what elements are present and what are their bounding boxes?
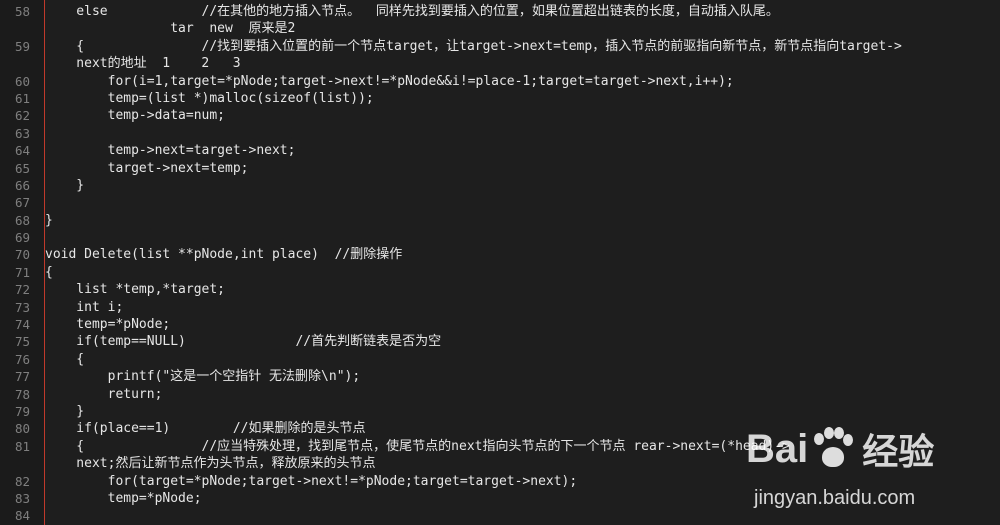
code-line[interactable]: 82 for(target=*pNode;target->next!=*pNod… bbox=[0, 473, 1000, 490]
code-line[interactable]: next;然后让新节点作为头节点，释放原来的头节点 bbox=[0, 455, 1000, 472]
code-text[interactable]: { //应当特殊处理，找到尾节点，使尾节点的next指向头节点的下一个节点 re… bbox=[44, 438, 1000, 455]
line-number: 73 bbox=[14, 299, 30, 315]
line-number: 81 bbox=[14, 438, 30, 454]
line-number: 61 bbox=[14, 90, 30, 106]
line-number: 62 bbox=[14, 108, 30, 124]
code-line[interactable]: 76 { bbox=[0, 351, 1000, 368]
code-text[interactable]: if(place==1) //如果删除的是头节点 bbox=[44, 420, 1000, 437]
code-text[interactable]: tar new 原来是2 bbox=[44, 20, 1000, 37]
code-text[interactable]: list *temp,*target; bbox=[44, 281, 1000, 298]
code-line[interactable]: 60 for(i=1,target=*pNode;target->next!=*… bbox=[0, 73, 1000, 90]
code-line[interactable]: 79 } bbox=[0, 403, 1000, 420]
code-text[interactable]: { bbox=[44, 351, 1000, 368]
code-text[interactable]: temp=*pNode; bbox=[44, 490, 1000, 507]
line-number: 79 bbox=[14, 403, 30, 419]
line-number: 65 bbox=[14, 160, 30, 176]
code-line[interactable]: 78 return; bbox=[0, 386, 1000, 403]
code-text[interactable]: void Delete(list **pNode,int place) //删除… bbox=[44, 246, 1000, 263]
code-line[interactable]: 67 bbox=[0, 194, 1000, 211]
code-text[interactable]: { bbox=[44, 264, 1000, 281]
line-number: 68 bbox=[14, 212, 30, 228]
code-line[interactable]: 65 target->next=temp; bbox=[0, 160, 1000, 177]
line-number bbox=[0, 455, 44, 472]
code-line[interactable]: 59 { //找到要插入位置的前一个节点target，让target->next… bbox=[0, 38, 1000, 55]
line-number: 60 bbox=[14, 73, 30, 89]
line-number: 71 bbox=[14, 264, 30, 280]
code-line[interactable]: 74 temp=*pNode; bbox=[0, 316, 1000, 333]
code-line[interactable]: 73 int i; bbox=[0, 299, 1000, 316]
line-number: 64 bbox=[14, 143, 30, 159]
code-line[interactable]: 72 list *temp,*target; bbox=[0, 281, 1000, 298]
code-line[interactable]: 58 else //在其他的地方插入节点。 同样先找到要插入的位置，如果位置超出… bbox=[0, 3, 1000, 20]
code-line[interactable]: tar new 原来是2 bbox=[0, 20, 1000, 37]
code-line[interactable]: 64 temp->next=target->next; bbox=[0, 142, 1000, 159]
code-line[interactable]: next的地址 1 2 3 bbox=[0, 55, 1000, 72]
code-line[interactable]: 70 void Delete(list **pNode,int place) //… bbox=[0, 246, 1000, 263]
code-text[interactable] bbox=[44, 507, 1000, 524]
code-line[interactable]: 66 } bbox=[0, 177, 1000, 194]
line-number bbox=[0, 20, 44, 37]
line-number: 70 bbox=[14, 247, 30, 263]
code-line[interactable]: 75 if(temp==NULL) //首先判断链表是否为空 bbox=[0, 333, 1000, 350]
code-line[interactable]: 71 { bbox=[0, 264, 1000, 281]
code-line[interactable]: 69 bbox=[0, 229, 1000, 246]
code-line[interactable]: 83 temp=*pNode; bbox=[0, 490, 1000, 507]
code-text[interactable]: printf("这是一个空指针 无法删除\n"); bbox=[44, 368, 1000, 385]
code-editor[interactable]: 58 else //在其他的地方插入节点。 同样先找到要插入的位置，如果位置超出… bbox=[0, 0, 1000, 525]
code-text[interactable]: if(temp==NULL) //首先判断链表是否为空 bbox=[44, 333, 1000, 350]
code-text[interactable] bbox=[44, 125, 1000, 142]
code-text[interactable] bbox=[44, 194, 1000, 211]
line-number: 75 bbox=[14, 334, 30, 350]
code-line[interactable]: 77 printf("这是一个空指针 无法删除\n"); bbox=[0, 368, 1000, 385]
code-text[interactable]: for(target=*pNode;target->next!=*pNode;t… bbox=[44, 473, 1000, 490]
line-number: 67 bbox=[14, 195, 30, 211]
code-lines[interactable]: 58 else //在其他的地方插入节点。 同样先找到要插入的位置，如果位置超出… bbox=[0, 3, 1000, 525]
code-text[interactable]: next;然后让新节点作为头节点，释放原来的头节点 bbox=[44, 455, 1000, 472]
line-number: 76 bbox=[14, 351, 30, 367]
code-text[interactable]: temp->data=num; bbox=[44, 107, 1000, 124]
line-number: 84 bbox=[14, 508, 30, 524]
line-number: 83 bbox=[14, 490, 30, 506]
code-text[interactable] bbox=[44, 229, 1000, 246]
code-text[interactable]: temp->next=target->next; bbox=[44, 142, 1000, 159]
line-number: 80 bbox=[14, 421, 30, 437]
code-text[interactable]: next的地址 1 2 3 bbox=[44, 55, 1000, 72]
code-text[interactable]: } bbox=[44, 403, 1000, 420]
code-text[interactable]: } bbox=[44, 177, 1000, 194]
line-number: 66 bbox=[14, 177, 30, 193]
code-text[interactable]: else //在其他的地方插入节点。 同样先找到要插入的位置，如果位置超出链表的… bbox=[44, 3, 1000, 20]
line-number: 77 bbox=[14, 369, 30, 385]
code-text[interactable]: for(i=1,target=*pNode;target->next!=*pNo… bbox=[44, 73, 1000, 90]
code-text[interactable]: return; bbox=[44, 386, 1000, 403]
code-line[interactable]: 68} bbox=[0, 212, 1000, 229]
line-number: 63 bbox=[14, 125, 30, 141]
code-text[interactable]: temp=(list *)malloc(sizeof(list)); bbox=[44, 90, 1000, 107]
code-line[interactable]: 61 temp=(list *)malloc(sizeof(list)); bbox=[0, 90, 1000, 107]
line-number: 74 bbox=[14, 317, 30, 333]
line-number: 58 bbox=[14, 4, 30, 19]
code-text[interactable]: int i; bbox=[44, 299, 1000, 316]
code-line[interactable]: 84 bbox=[0, 507, 1000, 524]
line-number: 78 bbox=[14, 386, 30, 402]
code-line[interactable]: 62 temp->data=num; bbox=[0, 107, 1000, 124]
line-number bbox=[0, 55, 44, 72]
code-line[interactable]: 80 if(place==1) //如果删除的是头节点 bbox=[0, 420, 1000, 437]
code-text[interactable]: target->next=temp; bbox=[44, 160, 1000, 177]
code-line[interactable]: 63 bbox=[0, 125, 1000, 142]
line-number: 82 bbox=[14, 473, 30, 489]
code-text[interactable]: { //找到要插入位置的前一个节点target，让target->next=te… bbox=[44, 38, 1000, 55]
line-number: 69 bbox=[14, 230, 30, 246]
code-line[interactable]: 81 { //应当特殊处理，找到尾节点，使尾节点的next指向头节点的下一个节点… bbox=[0, 438, 1000, 455]
line-number: 72 bbox=[14, 282, 30, 298]
code-text[interactable]: temp=*pNode; bbox=[44, 316, 1000, 333]
line-number: 59 bbox=[14, 38, 30, 54]
code-text[interactable]: } bbox=[44, 212, 1000, 229]
